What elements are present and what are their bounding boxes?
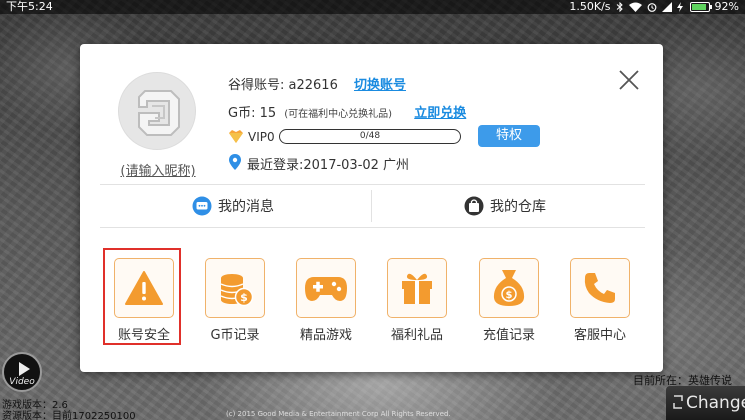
change-button[interactable]: Change <box>666 386 745 420</box>
coins-icon: $ <box>220 274 254 307</box>
account-center-dialog: (请输入昵称) 谷得账号: a22616 切换账号 G币: 15 (可在福利中心… <box>80 44 663 372</box>
battery-percent: 92% <box>714 0 739 13</box>
alarm-icon <box>647 3 656 12</box>
customer-service-button[interactable]: 客服中心 <box>560 256 640 352</box>
vip-progress-bar: 0/48 <box>279 129 461 144</box>
status-bar: 下午5:24 1.50K/s 92% <box>0 0 745 14</box>
gamepad-icon <box>305 277 347 301</box>
my-messages-label: 我的消息 <box>218 199 274 215</box>
phone-icon <box>584 273 615 303</box>
customer-service-tile <box>570 258 630 318</box>
bag-icon <box>464 196 484 216</box>
account-line: 谷得账号: a22616 切换账号 <box>228 74 406 93</box>
my-warehouse-label: 我的仓库 <box>490 199 546 215</box>
resource-version: 资源版本：目前1702250100 <box>2 411 136 420</box>
coin-record-button[interactable]: $ G币记录 <box>195 256 275 352</box>
message-icon <box>192 196 212 216</box>
coin-note: (可在福利中心兑换礼品) <box>284 109 393 120</box>
redeem-now-link[interactable]: 立即兑换 <box>414 106 466 121</box>
video-button[interactable]: Video <box>2 352 42 392</box>
copyright-text: (c) 2015 Good Media & Entertainment Corp… <box>226 410 451 418</box>
signal-icon <box>661 2 672 12</box>
highlight-box <box>103 248 181 345</box>
vip-crown-icon <box>229 130 243 143</box>
my-messages-tab[interactable]: 我的消息 <box>192 190 274 222</box>
recharge-record-label: 充值记录 <box>482 328 535 343</box>
battery-icon <box>689 2 712 12</box>
vip-progress-text: 0/48 <box>359 131 381 141</box>
recharge-record-button[interactable]: $ 充值记录 <box>469 256 549 352</box>
switch-account-link[interactable]: 切换账号 <box>354 78 406 93</box>
bluetooth-icon <box>616 2 623 12</box>
play-icon <box>19 362 30 376</box>
close-icon[interactable] <box>617 68 641 92</box>
welfare-gift-label: 福利礼品 <box>390 328 443 343</box>
gift-icon <box>402 273 432 304</box>
coin-label: G币: 15 <box>228 106 277 121</box>
wifi-icon <box>628 2 642 12</box>
privilege-button[interactable]: 特权 <box>478 125 540 147</box>
charging-icon <box>676 2 683 12</box>
my-warehouse-tab[interactable]: 我的仓库 <box>464 190 546 222</box>
featured-games-label: 精品游戏 <box>299 328 352 343</box>
money-bag-icon: $ <box>493 270 525 306</box>
network-speed: 1.50K/s <box>569 0 611 13</box>
customer-service-label: 客服中心 <box>573 328 626 343</box>
svg-text:$: $ <box>240 291 248 304</box>
svg-text:$: $ <box>506 290 513 301</box>
change-label: Change <box>686 393 745 413</box>
location-pin-icon <box>229 154 241 170</box>
swap-icon <box>673 395 683 409</box>
featured-games-button[interactable]: 精品游戏 <box>286 256 366 352</box>
last-login: 最近登录:2017-03-02 广州 <box>247 158 410 173</box>
featured-games-tile <box>296 258 356 318</box>
welfare-gift-tile <box>387 258 447 318</box>
coin-record-tile: $ <box>205 258 265 318</box>
divider <box>100 184 645 185</box>
tab-divider <box>371 190 372 222</box>
avatar[interactable] <box>118 72 196 150</box>
default-avatar-icon <box>138 90 180 136</box>
divider <box>100 227 645 228</box>
status-time: 下午5:24 <box>6 0 53 13</box>
nickname-input-link[interactable]: (请输入昵称) <box>104 160 212 179</box>
welfare-gift-button[interactable]: 福利礼品 <box>377 256 457 352</box>
account-label: 谷得账号: a22616 <box>228 78 338 93</box>
vip-level-label: VIP0 <box>248 130 275 144</box>
recharge-record-tile: $ <box>479 258 539 318</box>
video-label: Video <box>9 377 35 387</box>
coin-line: G币: 15 (可在福利中心兑换礼品) 立即兑换 <box>228 102 466 121</box>
coin-record-label: G币记录 <box>210 328 260 343</box>
